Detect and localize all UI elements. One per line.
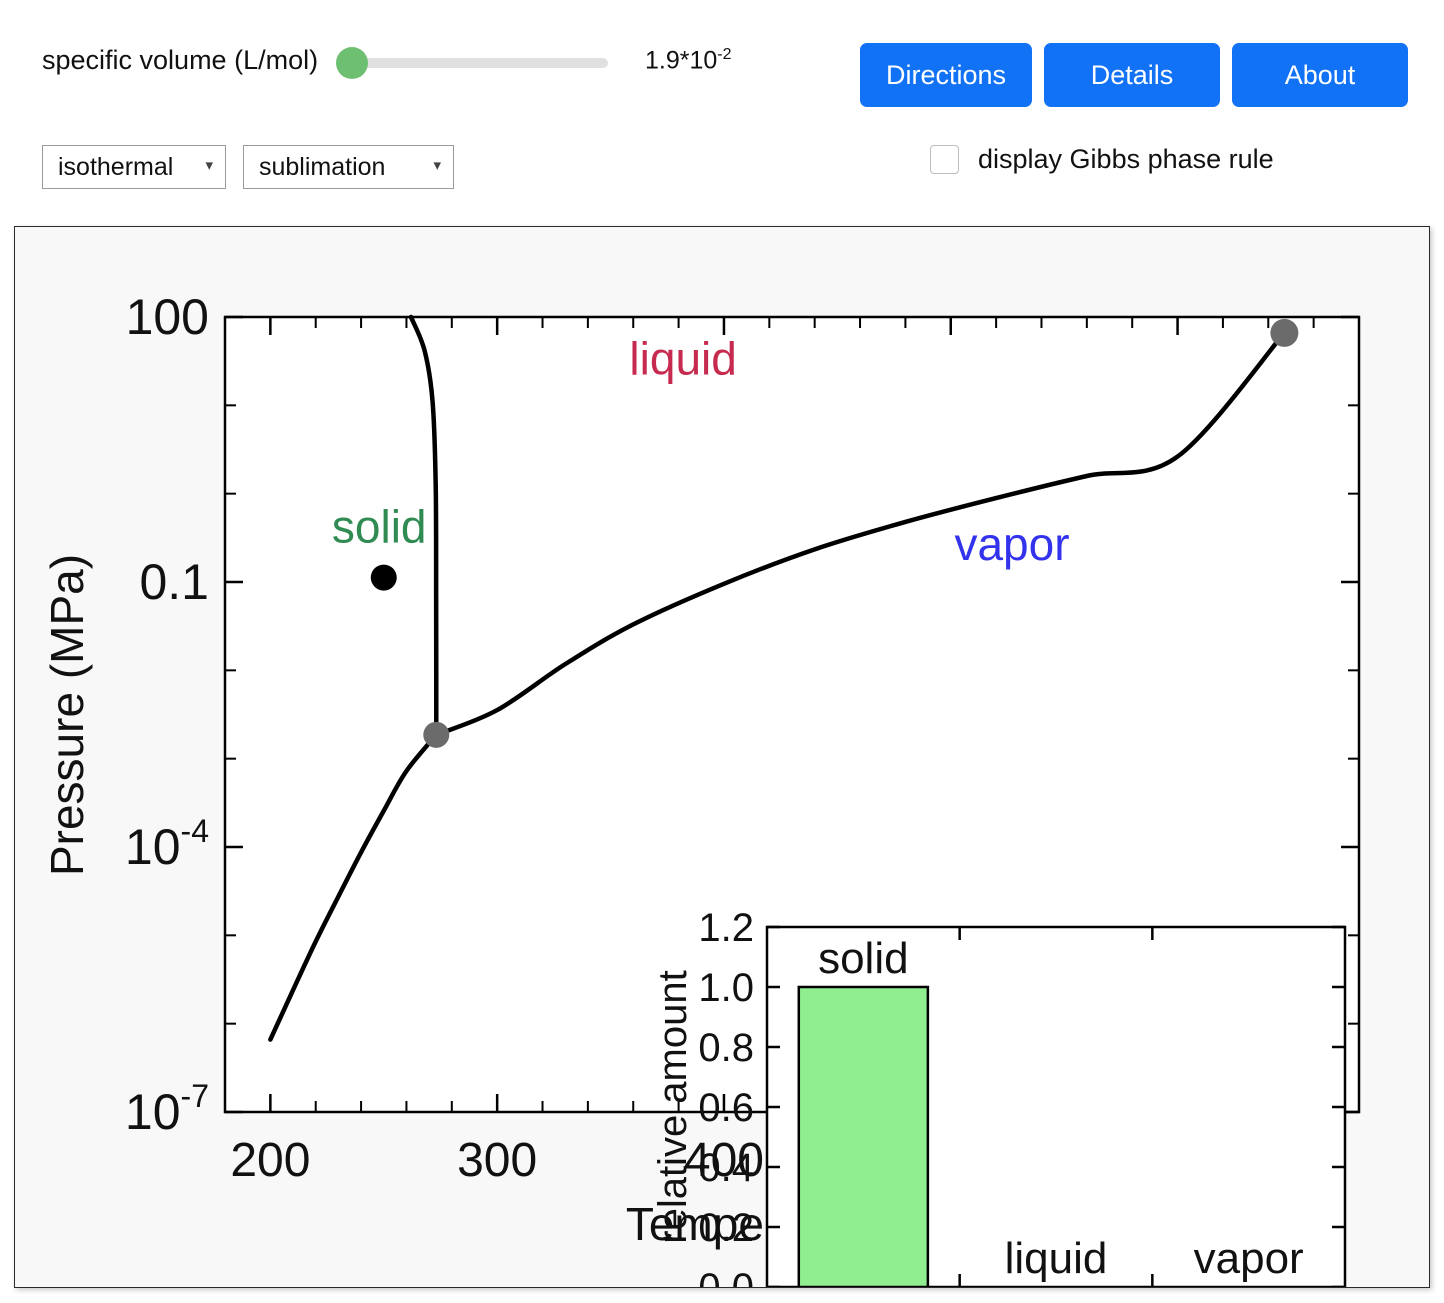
specific-volume-slider[interactable]	[336, 47, 608, 79]
specific-volume-label: specific volume (L/mol)	[42, 45, 319, 75]
transition-type-value: sublimation	[259, 153, 386, 181]
process-type-select[interactable]: isothermal ▾	[42, 145, 226, 189]
x-tick-label: 200	[230, 1134, 310, 1187]
y-tick-label: 0.1	[139, 554, 209, 610]
inset-bar-label-vapor: vapor	[1194, 1234, 1304, 1283]
y-axis-title: Pressure (MPa)	[41, 554, 93, 876]
gibbs-checkbox[interactable]	[930, 145, 959, 174]
region-label-vapor: vapor	[954, 518, 1069, 570]
phase-diagram-card: 200300400500600 1000.110-410-7 Temperatu…	[14, 226, 1430, 1288]
inset-bar-label-liquid: liquid	[1005, 1234, 1108, 1283]
critical-point-marker	[1270, 318, 1299, 347]
specific-volume-exponent: -2	[717, 46, 732, 63]
controls-row-top: specific volume (L/mol) 1.9*10-2 Directi…	[0, 0, 1444, 118]
chevron-down-icon: ▾	[433, 157, 441, 174]
state-point-marker[interactable]	[370, 564, 397, 591]
gibbs-phase-rule-toggle[interactable]: display Gibbs phase rule	[930, 144, 1274, 175]
process-type-value: isothermal	[58, 153, 174, 181]
region-label-liquid: liquid	[629, 332, 736, 384]
inset-y-tick-label: 0.4	[698, 1146, 754, 1190]
inset-bar-label-solid: solid	[818, 934, 909, 983]
inset-y-tick-label: 1.0	[698, 966, 754, 1010]
inset-y-tick-label: 0.6	[698, 1086, 754, 1130]
chevron-down-icon: ▾	[205, 157, 213, 174]
specific-volume-mantissa: 1.9*10	[645, 46, 718, 75]
details-button[interactable]: Details	[1044, 43, 1220, 107]
inset-y-tick-label: 1.2	[698, 906, 754, 950]
app-root: specific volume (L/mol) 1.9*10-2 Directi…	[0, 0, 1444, 1303]
inset-bar-solid	[797, 985, 930, 1287]
directions-button[interactable]: Directions	[860, 43, 1032, 107]
triple-point-marker	[423, 721, 450, 748]
inset-y-tick-label: 0.2	[698, 1206, 754, 1250]
transition-type-select[interactable]: sublimation ▾	[243, 145, 454, 189]
inset-y-tick-label: 0.0	[698, 1266, 754, 1287]
slider-handle[interactable]	[336, 47, 368, 79]
controls-row-second: isothermal ▾ sublimation ▾ display Gibbs…	[0, 118, 1444, 218]
inset-y-tick-label: 0.8	[698, 1026, 754, 1070]
gibbs-checkbox-label: display Gibbs phase rule	[978, 144, 1274, 174]
inset-bars	[797, 985, 930, 1287]
phase-diagram-svg: 200300400500600 1000.110-410-7 Temperatu…	[15, 227, 1429, 1287]
y-tick-label: 100	[126, 289, 209, 345]
region-label-solid: solid	[332, 500, 427, 552]
specific-volume-value: 1.9*10-2	[645, 46, 732, 75]
x-tick-label: 300	[457, 1134, 537, 1187]
inset-y-axis-title: relative amount	[651, 970, 695, 1243]
about-button[interactable]: About	[1232, 43, 1408, 107]
